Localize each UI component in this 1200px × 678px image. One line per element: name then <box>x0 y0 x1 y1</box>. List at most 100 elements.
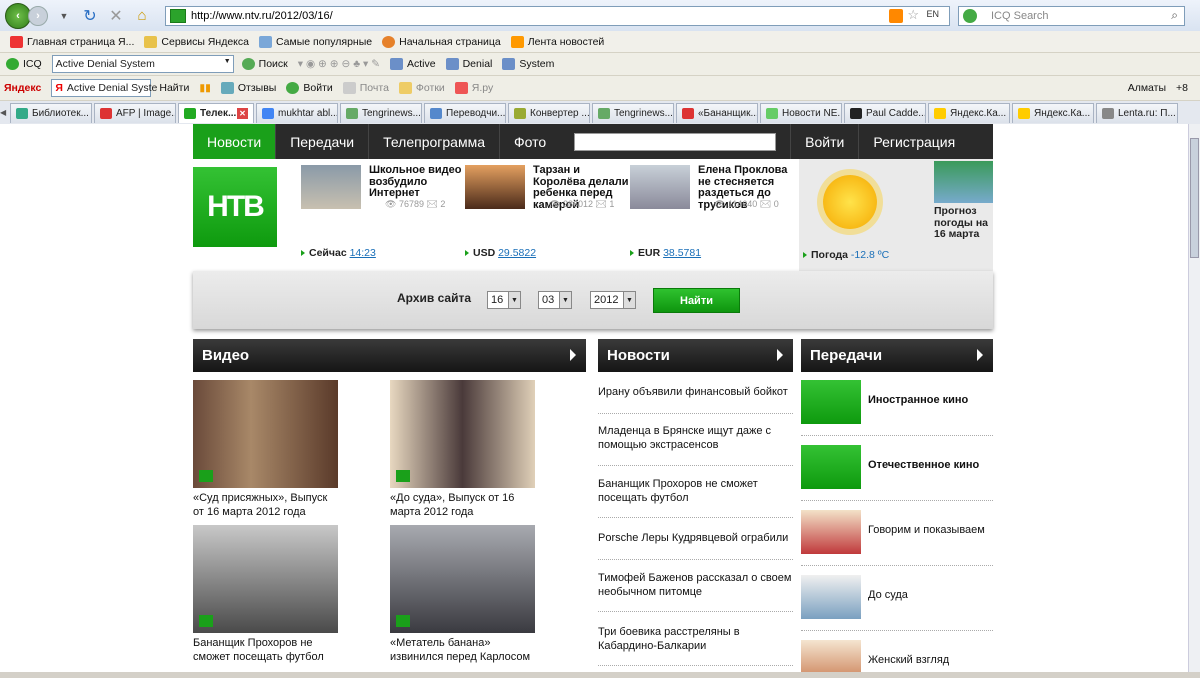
news-link[interactable]: Porsche Леры Кудрявцевой ограбили <box>598 531 793 545</box>
history-dropdown-icon[interactable]: ▼ <box>56 8 72 24</box>
icq-search-button[interactable]: Поиск <box>241 58 288 70</box>
video-item[interactable]: «До суда», Выпуск от 16 марта 2012 года <box>390 380 535 519</box>
yandex-find-button[interactable]: Найти <box>159 82 189 94</box>
archive-bar: Архив сайта 16 ▼ 03 ▼ 2012 ▼ Найти <box>193 271 993 329</box>
highlight-icon <box>502 58 516 70</box>
fav-item[interactable]: Главная страница Я... <box>10 35 134 48</box>
stop-icon[interactable]: ✕ <box>108 8 124 25</box>
icq-link-active[interactable]: Active <box>390 58 436 70</box>
nav-photo[interactable]: Фото <box>500 124 560 159</box>
tab-icon <box>262 107 274 119</box>
icq-search-combo[interactable]: Active Denial System ▼ <box>51 55 234 73</box>
address-bar[interactable]: http://www.ntv.ru/2012/03/16/ ☆ EN <box>165 6 950 26</box>
photos-button[interactable]: Фотки <box>398 82 445 94</box>
chevron-down-icon: ▼ <box>508 292 520 308</box>
video-thumb <box>193 380 338 488</box>
fav-item[interactable]: Начальная страница <box>382 35 501 48</box>
divider <box>801 500 993 501</box>
archive-find-button[interactable]: Найти <box>653 288 740 313</box>
video-item[interactable]: Бананщик Прохоров не сможет посещать фут… <box>193 525 338 664</box>
tab[interactable]: Переводчи... <box>424 102 506 123</box>
news-link[interactable]: Бананщик Прохоров не сможет посещать фут… <box>598 477 793 505</box>
ntv-badge-icon <box>199 470 213 482</box>
search-icon[interactable]: ⌕ <box>1171 8 1178 23</box>
close-tab-icon[interactable]: ✕ <box>237 107 248 119</box>
yandex-logo[interactable]: Яндекс <box>4 82 41 94</box>
icq-button[interactable]: ICQ <box>6 58 42 70</box>
login-icon <box>286 82 300 94</box>
usd-link[interactable]: 29.5822 <box>498 247 536 259</box>
site-search-input[interactable] <box>574 133 777 151</box>
tab[interactable]: Конвертер ... <box>508 102 590 123</box>
news-link[interactable]: Младенца в Брянске ищут даже с помощью э… <box>598 424 793 452</box>
tab[interactable]: Библиотек... <box>10 102 92 123</box>
news-link[interactable]: Три боевика расстреляны в Кабардино-Балк… <box>598 625 793 653</box>
tab[interactable]: mukhtar abl... <box>256 102 338 123</box>
news-header[interactable]: Новости <box>598 339 793 372</box>
icq-link-denial[interactable]: Denial <box>445 58 492 70</box>
weather-widget[interactable]: Прогноз погоды на 16 марта Погода -12.8 … <box>799 159 993 271</box>
show-item[interactable]: Отечественное кино <box>801 445 993 489</box>
show-item[interactable]: Женский взгляд <box>801 640 993 672</box>
show-item[interactable]: Говорим и показываем <box>801 510 993 554</box>
ntv-logo[interactable]: НТВ <box>193 167 277 247</box>
nav-news[interactable]: Новости <box>193 124 277 159</box>
archive-year-select[interactable]: 2012 ▼ <box>590 291 636 309</box>
icq-link-system[interactable]: System <box>502 58 554 70</box>
divider <box>598 517 793 518</box>
tab[interactable]: AFP | Image... <box>94 102 176 123</box>
home-icon[interactable]: ⌂ <box>134 7 150 24</box>
nav-shows[interactable]: Передачи <box>276 124 370 159</box>
forward-button[interactable]: › <box>28 5 48 26</box>
time-link[interactable]: 14:23 <box>350 247 376 259</box>
highlight-icon <box>445 58 459 70</box>
show-item[interactable]: До суда <box>801 575 993 619</box>
forecast-title[interactable]: Прогноз погоды на 16 марта <box>934 205 993 241</box>
news-link[interactable]: Ирану объявили финансовый бойкот <box>598 385 793 399</box>
weather-temp: +8 <box>1176 82 1188 94</box>
archive-month-select[interactable]: 03 ▼ <box>538 291 572 309</box>
divider <box>598 559 793 560</box>
tab[interactable]: Новости NE... <box>760 102 842 123</box>
fav-item[interactable]: Самые популярные <box>258 35 372 48</box>
vertical-scrollbar[interactable] <box>1188 124 1200 672</box>
reviews-button[interactable]: Отзывы <box>220 82 276 94</box>
bookmark-star-icon[interactable]: ☆ <box>907 7 919 23</box>
tab-scroll-left-icon[interactable]: ◀ <box>0 108 6 117</box>
nav-tv-program[interactable]: Телепрограмма <box>369 124 500 159</box>
nav-register[interactable]: Регистрация <box>859 124 969 159</box>
browser-chrome: ‹ › ▼ ↻ ✕ ⌂ http://www.ntv.ru/2012/03/16… <box>0 0 1200 125</box>
eur-link[interactable]: 38.5781 <box>663 247 701 259</box>
weather-city[interactable]: Алматы <box>1128 82 1166 94</box>
search-box[interactable]: ICQ Search ⌕ <box>958 6 1185 26</box>
show-item[interactable]: Иностранное кино <box>801 380 993 424</box>
video-item[interactable]: «Метатель банана» извинился перед Карлос… <box>390 525 535 664</box>
tab-active[interactable]: Телек... ✕ <box>178 102 254 123</box>
divider <box>598 413 793 414</box>
nav-login[interactable]: Войти <box>790 124 860 159</box>
tab[interactable]: Яндекс.Ка... <box>1012 102 1094 123</box>
forecast-thumb[interactable] <box>934 161 993 203</box>
refresh-icon[interactable]: ↻ <box>82 8 98 25</box>
tab[interactable]: «Бананщик... <box>676 102 758 123</box>
video-header[interactable]: Видео <box>193 339 586 372</box>
mail-button[interactable]: Почта <box>342 82 389 94</box>
tab[interactable]: Lenta.ru: П... <box>1096 102 1178 123</box>
yaru-button[interactable]: Я.ру <box>454 82 493 94</box>
yandex-search-combo[interactable]: Я Active Denial Syste <box>51 79 157 97</box>
tab[interactable]: Tengrinews... <box>592 102 674 123</box>
rss-icon[interactable] <box>889 9 903 23</box>
arrow-right-icon <box>977 349 983 361</box>
tab[interactable]: Tengrinews... <box>340 102 422 123</box>
fav-item[interactable]: Лента новостей <box>510 35 604 48</box>
tab[interactable]: Paul Cadde... <box>844 102 926 123</box>
video-item[interactable]: «Суд присяжных», Выпуск от 16 марта 2012… <box>193 380 338 519</box>
news-link[interactable]: Тимофей Баженов рассказал о своем необыч… <box>598 571 793 599</box>
tab[interactable]: Яндекс.Ка... <box>928 102 1010 123</box>
shows-header[interactable]: Передачи <box>801 339 993 372</box>
show-name: Говорим и показываем <box>868 524 985 536</box>
fav-item[interactable]: Сервисы Яндекса <box>144 35 249 48</box>
archive-day-select[interactable]: 16 ▼ <box>487 291 521 309</box>
scrollbar-thumb[interactable] <box>1190 138 1199 258</box>
login-button[interactable]: Войти <box>286 82 333 94</box>
